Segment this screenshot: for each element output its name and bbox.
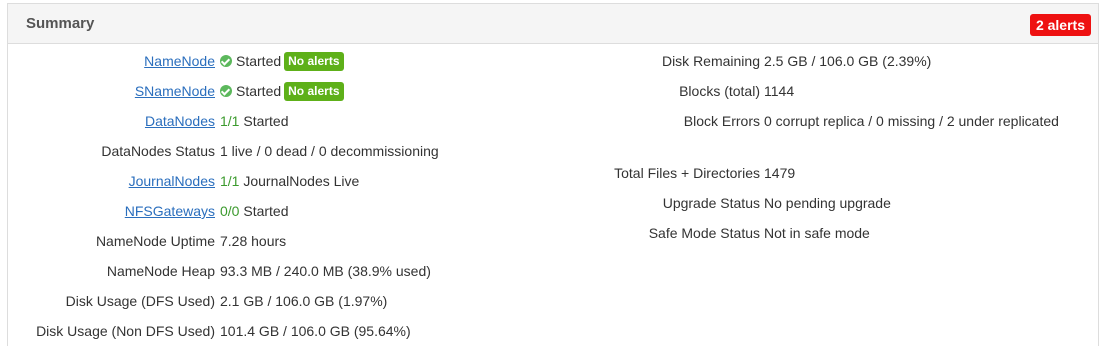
panel-title: Summary (26, 15, 95, 32)
total-files-label: Total Files + Directories (614, 165, 760, 181)
upgrade-status-label: Upgrade Status (662, 195, 760, 211)
total-files-row: Total Files + Directories 1479 (0, 163, 1100, 183)
disk-usage-non-dfs-row: Disk Usage (Non DFS Used) 101.4 GB / 106… (0, 321, 1100, 341)
disk-remaining-row: Disk Remaining 2.5 GB / 106.0 GB (2.39%) (0, 51, 1100, 71)
namenode-heap-label: NameNode Heap (106, 263, 215, 279)
safe-mode-status-value: Not in safe mode (764, 225, 870, 241)
disk-remaining-value: 2.5 GB / 106.0 GB (2.39%) (764, 53, 932, 69)
namenode-heap-value: 93.3 MB / 240.0 MB (38.9% used) (220, 263, 431, 279)
safe-mode-status-row: Safe Mode Status Not in safe mode (0, 223, 1100, 243)
disk-usage-dfs-row: Disk Usage (DFS Used) 2.1 GB / 106.0 GB … (0, 291, 1100, 311)
disk-usage-dfs-label: Disk Usage (DFS Used) (65, 293, 215, 309)
block-errors-value: 0 corrupt replica / 0 missing / 2 under … (764, 113, 1059, 129)
blocks-total-label: Blocks (total) (679, 83, 760, 99)
disk-usage-non-dfs-value: 101.4 GB / 106.0 GB (95.64%) (220, 323, 411, 339)
blocks-total-value: 1144 (764, 83, 795, 99)
disk-usage-non-dfs-label: Disk Usage (Non DFS Used) (36, 323, 215, 339)
disk-remaining-label: Disk Remaining (661, 53, 760, 69)
datanodes-status-value: 1 live / 0 dead / 0 decommissioning (220, 143, 439, 159)
block-errors-label: Block Errors (683, 113, 760, 129)
datanodes-status-label: DataNodes Status (101, 143, 215, 159)
datanodes-status-row: DataNodes Status 1 live / 0 dead / 0 dec… (0, 141, 1100, 161)
upgrade-status-row: Upgrade Status No pending upgrade (0, 193, 1100, 213)
total-files-value: 1479 (764, 165, 796, 181)
safe-mode-status-label: Safe Mode Status (648, 225, 760, 241)
disk-usage-dfs-value: 2.1 GB / 106.0 GB (1.97%) (220, 293, 388, 309)
alerts-badge[interactable]: 2 alerts (1029, 14, 1091, 36)
panel-heading: Summary 2 alerts (8, 4, 1098, 44)
block-errors-row: Block Errors 0 corrupt replica / 0 missi… (0, 111, 1100, 131)
upgrade-status-value: No pending upgrade (764, 195, 891, 211)
blocks-total-row: Blocks (total) 1144 (0, 81, 1100, 101)
namenode-heap-row: NameNode Heap 93.3 MB / 240.0 MB (38.9% … (0, 261, 1100, 281)
